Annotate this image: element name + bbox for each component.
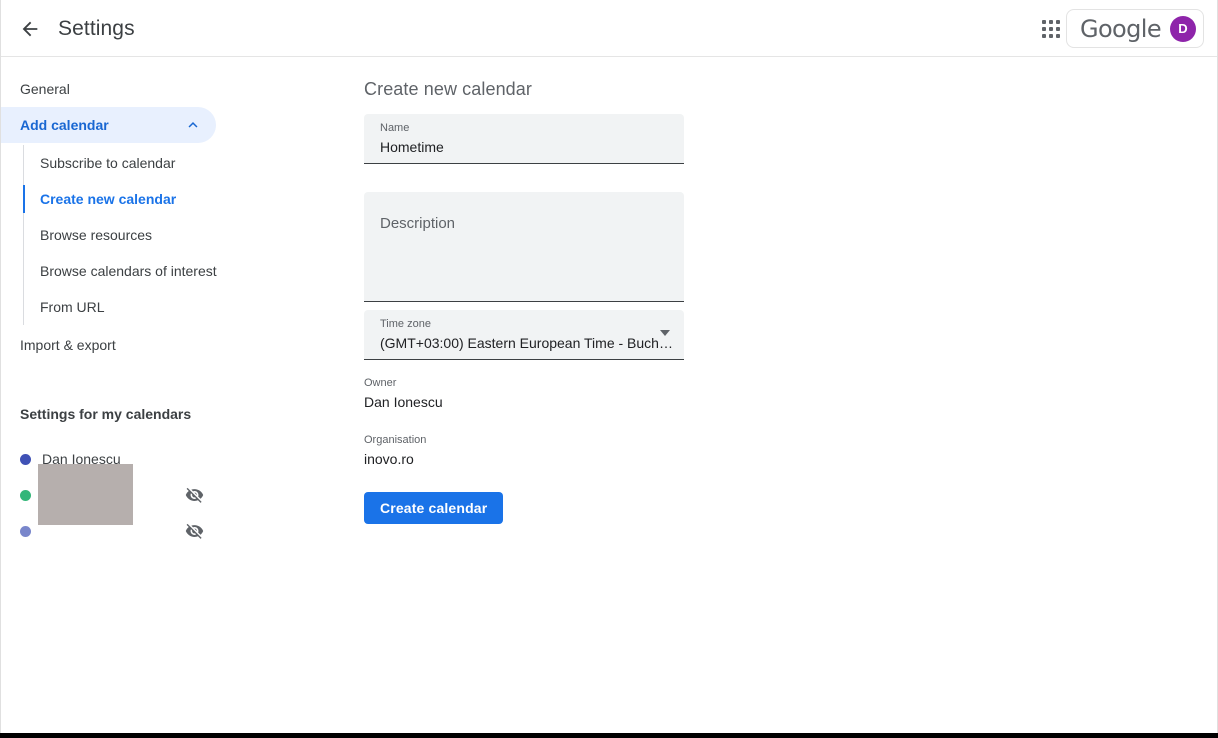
redacted-calendar-names-overlay	[38, 464, 133, 525]
description-field-placeholder: Description	[380, 214, 455, 234]
calendar-color-dot	[20, 526, 31, 537]
apps-grid-icon[interactable]	[1036, 14, 1066, 44]
calendar-color-dot	[20, 490, 31, 501]
visibility-off-icon[interactable]	[185, 486, 204, 505]
google-wordmark: Google	[1080, 17, 1161, 41]
sidebar-item-browse-resources[interactable]: Browse resources	[1, 217, 341, 253]
sidebar-item-add-calendar[interactable]: Add calendar	[1, 107, 216, 143]
settings-sidebar: General Add calendar Subscribe to calend…	[1, 57, 341, 738]
sidebar-item-create-new-calendar[interactable]: Create new calendar	[1, 181, 341, 217]
account-chip[interactable]: Google D	[1066, 9, 1204, 48]
sidebar-subitem-label: Subscribe to calendar	[40, 155, 175, 171]
sidebar-subitem-label: Browse resources	[40, 227, 152, 243]
sidebar-item-from-url[interactable]: From URL	[1, 289, 341, 325]
owner-field: Owner Dan Ionescu	[364, 376, 443, 411]
name-field-value[interactable]: Hometime	[380, 137, 444, 157]
name-field[interactable]: Name Hometime	[364, 114, 684, 164]
sidebar-subitem-label: Browse calendars of interest	[40, 263, 217, 279]
organisation-field-value: inovo.ro	[364, 450, 426, 468]
chevron-up-icon[interactable]	[184, 116, 202, 134]
section-title: Create new calendar	[364, 79, 532, 100]
description-field[interactable]: Description	[364, 192, 684, 302]
my-calendars-heading: Settings for my calendars	[1, 405, 341, 423]
name-field-label: Name	[380, 122, 409, 135]
sidebar-subitem-label: From URL	[40, 299, 105, 315]
sidebar-item-label: Import & export	[20, 337, 116, 353]
back-arrow-icon[interactable]	[15, 14, 45, 44]
dropdown-caret-icon[interactable]	[660, 330, 670, 336]
calendar-color-dot	[20, 454, 31, 465]
sidebar-subnav: Subscribe to calendar Create new calenda…	[1, 145, 341, 325]
owner-field-value: Dan Ionescu	[364, 393, 443, 411]
owner-field-label: Owner	[364, 376, 443, 390]
main-content: Create new calendar Name Hometime Descri…	[341, 57, 1217, 738]
organisation-field-label: Organisation	[364, 433, 426, 447]
sidebar-item-label: Add calendar	[20, 117, 109, 133]
sidebar-item-general[interactable]: General	[1, 71, 341, 107]
bottom-bar	[0, 733, 1218, 738]
visibility-off-icon[interactable]	[185, 522, 204, 541]
app-header: Settings Google D	[1, 0, 1217, 57]
sidebar-item-subscribe-to-calendar[interactable]: Subscribe to calendar	[1, 145, 341, 181]
sidebar-subitem-label: Create new calendar	[40, 191, 176, 207]
page-title: Settings	[58, 14, 135, 44]
create-calendar-button[interactable]: Create calendar	[364, 492, 503, 524]
organisation-field: Organisation inovo.ro	[364, 433, 426, 468]
sidebar-item-browse-calendars-of-interest[interactable]: Browse calendars of interest	[1, 253, 341, 289]
avatar[interactable]: D	[1170, 16, 1196, 42]
sidebar-item-label: General	[20, 81, 70, 97]
sidebar-item-import-export[interactable]: Import & export	[1, 327, 341, 363]
timezone-select[interactable]: Time zone (GMT+03:00) Eastern European T…	[364, 310, 684, 360]
timezone-field-value: (GMT+03:00) Eastern European Time - Buch…	[380, 333, 673, 353]
timezone-field-label: Time zone	[380, 318, 431, 331]
my-calendars-list: Dan Ionescu	[1, 441, 341, 549]
settings-page: Settings Google D General Add calendar S…	[0, 0, 1218, 738]
